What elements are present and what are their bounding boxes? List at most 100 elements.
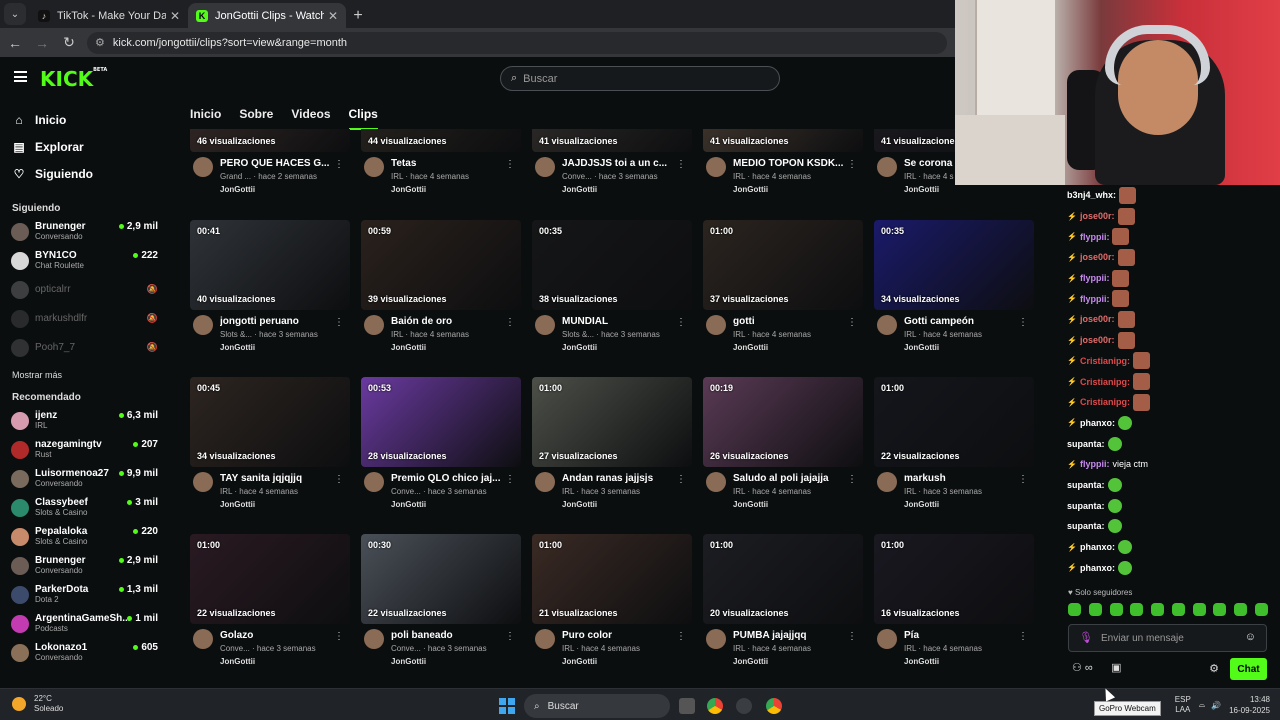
avatar[interactable]: [706, 629, 726, 649]
avatar[interactable]: [535, 157, 555, 177]
emote-button[interactable]: [1151, 603, 1165, 616]
clip-thumbnail[interactable]: 00:41 40 visualizaciones: [190, 220, 350, 310]
chat-tools-icon[interactable]: ⚇ ∞ ▣: [1072, 661, 1122, 674]
emote-button[interactable]: [1171, 603, 1185, 616]
sidebar-channel-item[interactable]: Brunenger Conversando 2,9 mil: [0, 551, 172, 580]
clip-card[interactable]: 00:59 39 visualizaciones Baión de oro IRL ·…: [361, 220, 521, 361]
chat-username[interactable]: phanxo:: [1080, 563, 1115, 573]
clip-card[interactable]: 41 visualizaciones MEDIO TOPON KSDK... IRL…: [703, 129, 863, 203]
chat-username[interactable]: flyppii:: [1080, 294, 1110, 304]
emote-button[interactable]: [1088, 603, 1102, 616]
emote-button[interactable]: [1192, 603, 1206, 616]
more-options-icon[interactable]: ⋮: [334, 317, 344, 328]
clip-channel[interactable]: JonGottii: [904, 657, 939, 666]
sidebar-channel-item[interactable]: ArgentinaGameSh... Podcasts 1 mil: [0, 609, 172, 638]
clip-title[interactable]: Premio QLO chico jaj...: [391, 473, 506, 484]
back-icon[interactable]: ←: [3, 35, 27, 51]
clip-title[interactable]: MEDIO TOPON KSDK...: [733, 158, 848, 169]
obs-icon[interactable]: [736, 698, 752, 714]
more-options-icon[interactable]: ⋮: [505, 631, 515, 642]
sidebar-channel-item[interactable]: opticalrr 🔕: [0, 275, 172, 304]
clip-channel[interactable]: JonGottii: [733, 343, 768, 352]
clip-card[interactable]: 01:00 27 visualizaciones Andan ranas jajjs…: [532, 377, 692, 518]
clip-channel[interactable]: JonGottii: [562, 343, 597, 352]
menu-icon[interactable]: [14, 71, 27, 82]
clip-thumbnail[interactable]: 01:00 22 visualizaciones: [190, 534, 350, 624]
sidebar-item-siguiendo[interactable]: ♡ Siguiendo: [0, 160, 172, 187]
clip-title[interactable]: Pía: [904, 630, 1019, 641]
avatar[interactable]: [706, 472, 726, 492]
sidebar-item-inicio[interactable]: ⌂ Inicio: [0, 106, 172, 133]
avatar[interactable]: [364, 472, 384, 492]
clip-channel[interactable]: JonGottii: [391, 657, 426, 666]
more-options-icon[interactable]: ⋮: [676, 159, 686, 170]
clip-channel[interactable]: JonGottii: [733, 657, 768, 666]
taskbar-search[interactable]: ⌕ Buscar: [524, 694, 670, 718]
clip-card[interactable]: 00:45 34 visualizaciones TAY sanita jqjqjj…: [190, 377, 350, 518]
more-options-icon[interactable]: ⋮: [847, 159, 857, 170]
clip-title[interactable]: jongotti peruano: [220, 316, 335, 327]
clip-channel[interactable]: JonGottii: [220, 657, 255, 666]
close-tab-icon[interactable]: ✕: [170, 9, 180, 23]
clip-card[interactable]: 46 visualizaciones PERO QUE HACES G... Gra…: [190, 129, 350, 203]
clip-channel[interactable]: JonGottii: [391, 343, 426, 352]
clip-title[interactable]: Puro color: [562, 630, 677, 641]
tab-sobre[interactable]: Sobre: [239, 101, 273, 127]
more-options-icon[interactable]: ⋮: [847, 317, 857, 328]
sidebar-channel-item[interactable]: ijenz IRL 6,3 mil: [0, 406, 172, 435]
sidebar-item-explorar[interactable]: ▤ Explorar: [0, 133, 172, 160]
more-options-icon[interactable]: ⋮: [847, 474, 857, 485]
sidebar-channel-item[interactable]: ParkerDota Dota 2 1,3 mil: [0, 580, 172, 609]
send-chat-button[interactable]: Chat: [1230, 658, 1267, 680]
chat-username[interactable]: supanta:: [1067, 501, 1105, 511]
clip-thumbnail[interactable]: 01:00 21 visualizaciones: [532, 534, 692, 624]
tab-clips[interactable]: Clips: [348, 101, 379, 130]
clip-card[interactable]: 01:00 21 visualizaciones Puro color IRL · h…: [532, 534, 692, 675]
kick-logo[interactable]: KICKBETA: [40, 67, 107, 91]
chat-username[interactable]: b3nj4_whx:: [1067, 190, 1116, 200]
more-options-icon[interactable]: ⋮: [1018, 631, 1028, 642]
avatar[interactable]: [193, 315, 213, 335]
chrome-icon[interactable]: [707, 698, 723, 714]
clip-title[interactable]: TAY sanita jqjqjjq: [220, 473, 335, 484]
chat-message-input[interactable]: 🎙 Enviar un mensaje ☺: [1068, 624, 1267, 652]
volume-icon[interactable]: 🔊: [1211, 701, 1221, 710]
network-icon[interactable]: ⌓: [1199, 700, 1205, 710]
settings-icon[interactable]: ⚙: [1209, 662, 1219, 675]
browser-tab-kick[interactable]: K JonGottii Clips - Watch Live on ✕: [188, 3, 346, 28]
clip-title[interactable]: Baión de oro: [391, 316, 506, 327]
clip-title[interactable]: poli baneado: [391, 630, 506, 641]
clip-thumbnail[interactable]: 00:35 34 visualizaciones: [874, 220, 1034, 310]
sidebar-channel-item[interactable]: Lokonazo1 Conversando 605: [0, 638, 172, 667]
chat-username[interactable]: Cristianipg:: [1080, 377, 1130, 387]
clip-title[interactable]: gotti: [733, 316, 848, 327]
avatar[interactable]: [364, 629, 384, 649]
clip-channel[interactable]: JonGottii: [562, 500, 597, 509]
more-options-icon[interactable]: ⋮: [676, 474, 686, 485]
clip-thumbnail[interactable]: 00:35 38 visualizaciones: [532, 220, 692, 310]
browser-tab-tiktok[interactable]: ♪ TikTok - Make Your Day ✕: [30, 3, 188, 28]
clip-card[interactable]: 01:00 22 visualizaciones Golazo Conve... · …: [190, 534, 350, 675]
reload-icon[interactable]: ↻: [57, 34, 81, 51]
avatar[interactable]: [877, 629, 897, 649]
emoji-icon[interactable]: ☺: [1245, 631, 1256, 643]
emote-button[interactable]: [1109, 603, 1123, 616]
task-view-icon[interactable]: [679, 698, 695, 714]
chat-username[interactable]: jose00r:: [1080, 314, 1115, 324]
clip-card[interactable]: 44 visualizaciones Tetas IRL · hace 4 sema…: [361, 129, 521, 203]
more-options-icon[interactable]: ⋮: [847, 631, 857, 642]
search-input[interactable]: ⌕ Buscar: [500, 66, 780, 91]
avatar[interactable]: [877, 472, 897, 492]
sidebar-channel-item[interactable]: Pooh7_7 🔕: [0, 333, 172, 362]
clip-card[interactable]: 00:19 26 visualizaciones Saludo al poli ja…: [703, 377, 863, 518]
clip-thumbnail[interactable]: 01:00 16 visualizaciones: [874, 534, 1034, 624]
chat-username[interactable]: jose00r:: [1080, 335, 1115, 345]
clip-card[interactable]: 00:35 38 visualizaciones MUNDIAL Slots &...…: [532, 220, 692, 361]
clip-title[interactable]: markush: [904, 473, 1019, 484]
clip-thumbnail[interactable]: 00:59 39 visualizaciones: [361, 220, 521, 310]
clip-channel[interactable]: JonGottii: [904, 500, 939, 509]
avatar[interactable]: [193, 629, 213, 649]
clip-card[interactable]: 00:53 28 visualizaciones Premio QLO chico …: [361, 377, 521, 518]
new-tab-button[interactable]: +: [346, 3, 370, 28]
clip-card[interactable]: 01:00 22 visualizaciones markush IRL · hace…: [874, 377, 1034, 518]
